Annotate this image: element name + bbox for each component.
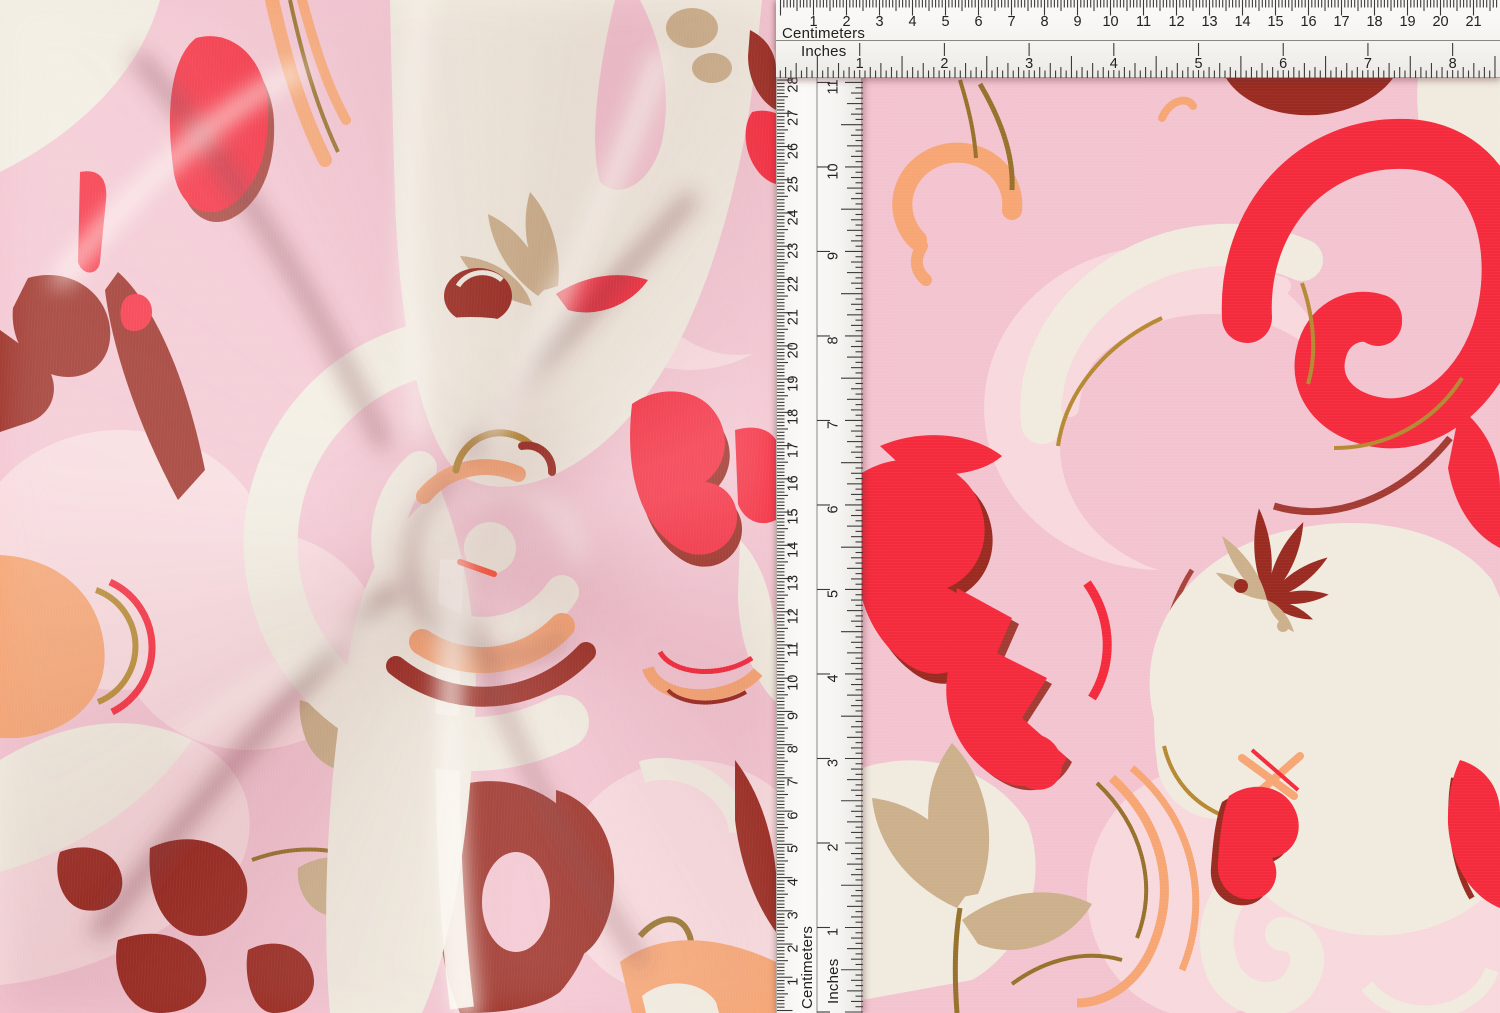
ruler-number: 17: [1333, 14, 1349, 30]
ruler-number: 11: [786, 642, 802, 657]
ruler-number: 24: [786, 209, 802, 225]
ruler-number: 10: [786, 675, 802, 691]
ruler-number: 28: [786, 76, 802, 92]
ruler-number: 8: [1040, 14, 1048, 30]
ruler-number: 21: [786, 309, 802, 325]
flat-fabric-swatch: [862, 78, 1500, 1013]
ruler-number: 7: [826, 421, 842, 429]
ruler-number: 9: [826, 252, 842, 260]
ruler-number: 10: [826, 163, 842, 179]
ruler-number: 20: [1432, 14, 1448, 30]
ruler-number: 4: [908, 14, 916, 30]
ruler-number: 2: [826, 843, 842, 851]
ruler-number: 7: [1007, 14, 1015, 30]
ruler-number: 15: [786, 508, 802, 524]
ruler-number: 4: [786, 878, 802, 886]
ruler-number: 12: [786, 608, 802, 624]
ruler-number: 13: [786, 575, 802, 591]
ruler-number: 19: [1399, 14, 1415, 30]
ruler-number: 22: [786, 276, 802, 292]
ruler-number: 3: [1025, 56, 1033, 72]
ruler-number: 3: [786, 911, 802, 919]
ruler-number: 6: [1279, 56, 1287, 72]
ruler-number: 2: [940, 56, 948, 72]
ruler-number: 14: [786, 542, 802, 558]
ruler-number: 6: [826, 505, 842, 513]
ruler-number: 1: [856, 56, 864, 72]
horizontal-inches-label: Inches: [801, 44, 846, 59]
ruler-number: 7: [1364, 56, 1372, 72]
ruler-number: 13: [1201, 14, 1217, 30]
ruler-number: 15: [1267, 14, 1283, 30]
ruler-number: 9: [1073, 14, 1081, 30]
ruler-number: 5: [826, 590, 842, 598]
horizontal-ruler-scale: 1234567891011121314151617181920211234567…: [776, 0, 1500, 78]
ruler-number: 3: [875, 14, 883, 30]
ruler-number: 16: [786, 475, 802, 491]
ruler-number: 8: [1449, 56, 1457, 72]
ruler-number: 25: [786, 176, 802, 192]
ruler-number: 18: [1366, 14, 1382, 30]
ruler-number: 1: [826, 928, 842, 936]
ruler-number: 8: [786, 745, 802, 753]
ruler-number: 19: [786, 376, 802, 392]
ruler-number: 9: [786, 712, 802, 720]
ruler-number: 6: [974, 14, 982, 30]
vertical-ruler-scale: 1234567891011121314151617181920212223242…: [777, 0, 863, 1013]
draped-fabric-photo: [0, 0, 776, 1013]
ruler-number: 7: [786, 778, 802, 786]
ruler-number: 5: [941, 14, 949, 30]
vertical-ruler: 1234567891011121314151617181920212223242…: [776, 0, 862, 1013]
ruler-number: 4: [826, 674, 842, 682]
ruler-number: 12: [1168, 14, 1184, 30]
ruler-number: 5: [1194, 56, 1202, 72]
horizontal-centimeters-label: Centimeters: [782, 26, 865, 41]
ruler-number: 3: [826, 759, 842, 767]
ruler-number: 18: [786, 409, 802, 425]
ruler-number: 4: [1110, 56, 1118, 72]
ruler-number: 11: [1136, 14, 1151, 30]
ruler-number: 10: [1102, 14, 1118, 30]
ruler-number: 5: [786, 845, 802, 853]
ruler-number: 6: [786, 812, 802, 820]
ruler-number: 11: [826, 79, 842, 94]
horizontal-ruler: 1234567891011121314151617181920211234567…: [776, 0, 1500, 78]
ruler-number: 14: [1234, 14, 1250, 30]
ruler-number: 20: [786, 342, 802, 358]
vertical-inches-label: Inches: [826, 959, 841, 1004]
ruler-number: 17: [786, 442, 802, 458]
ruler-number: 27: [786, 110, 802, 126]
vertical-centimeters-label: Centimeters: [800, 926, 815, 1009]
ruler-number: 8: [826, 336, 842, 344]
ruler-number: 26: [786, 143, 802, 159]
ruler-number: 23: [786, 243, 802, 259]
ruler-number: 21: [1465, 14, 1481, 30]
fabric-listing-photo: 1234567891011121314151617181920212223242…: [0, 0, 1500, 1013]
ruler-number: 16: [1300, 14, 1316, 30]
